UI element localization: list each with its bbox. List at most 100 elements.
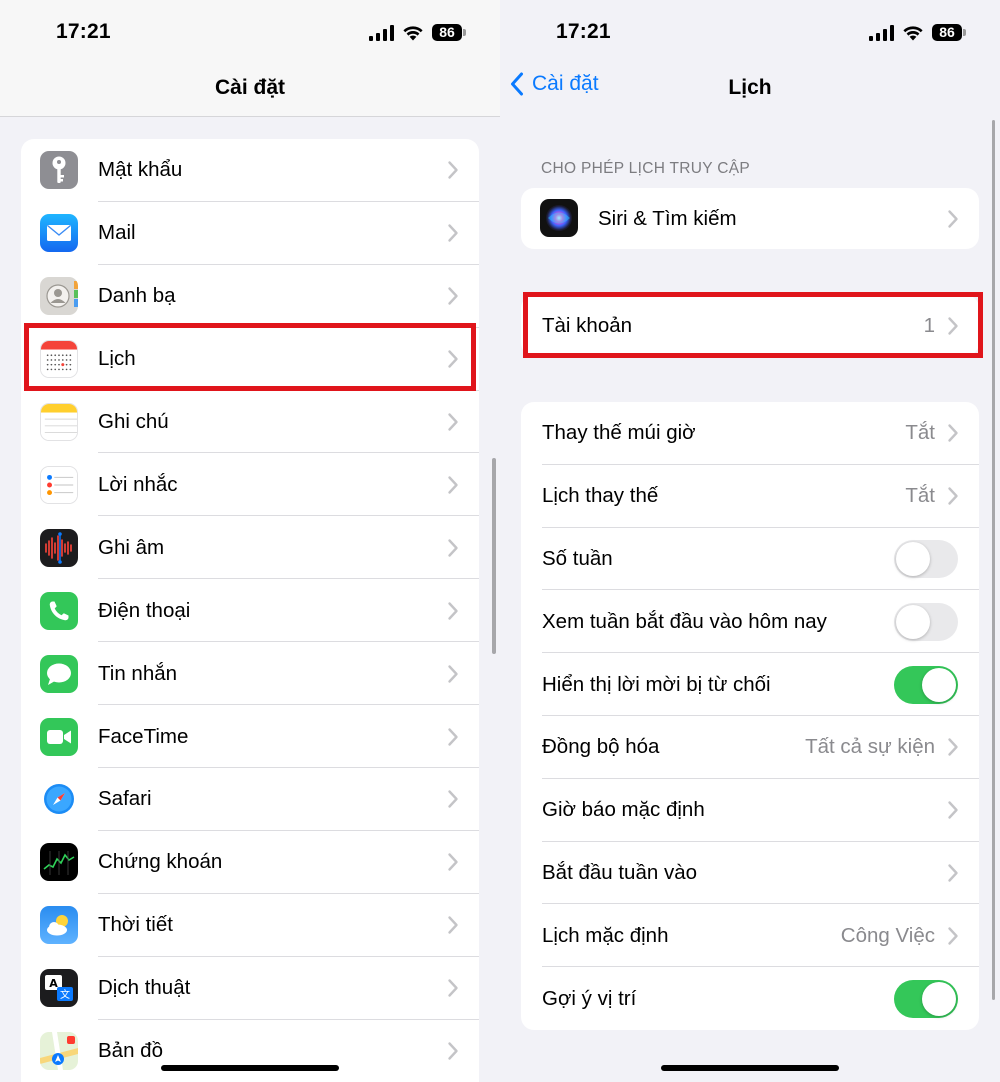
- settings-row[interactable]: Ghi chú: [21, 391, 479, 454]
- status-time: 17:21: [556, 20, 611, 43]
- status-bar: 17:21 86: [500, 0, 1000, 66]
- chevron-right-icon: [447, 852, 459, 872]
- settings-row[interactable]: Ghi âm: [21, 516, 479, 580]
- settings-row[interactable]: Mail: [21, 202, 479, 265]
- calendar-option-row[interactable]: Lịch mặc định Công Việc: [521, 904, 979, 968]
- settings-row[interactable]: Chứng khoán: [21, 831, 479, 894]
- chevron-right-icon: [947, 486, 959, 506]
- chevron-right-icon: [447, 412, 459, 432]
- section-header-access: CHO PHÉP LỊCH TRUY CẬP: [541, 160, 751, 177]
- chevron-right-icon: [447, 727, 459, 747]
- chevron-right-icon: [447, 223, 459, 243]
- mail-icon: [40, 214, 78, 253]
- calendar-option-row[interactable]: Gợi ý vị trí: [521, 967, 979, 1030]
- toggle-switch[interactable]: [894, 539, 958, 578]
- chevron-right-icon: [447, 286, 459, 306]
- settings-row[interactable]: Mật khẩu: [21, 139, 479, 202]
- option-value: Tắt: [905, 421, 935, 445]
- battery-level: 86: [932, 24, 962, 41]
- siri-group: Siri & Tìm kiếm: [521, 188, 979, 249]
- chevron-right-icon: [447, 1041, 459, 1061]
- calendar-option-row[interactable]: Số tuần: [521, 528, 979, 591]
- settings-row-label: Lịch: [98, 347, 136, 371]
- option-value: Tất cả sự kiện: [805, 735, 935, 759]
- chevron-right-icon: [947, 800, 959, 820]
- translate-icon: A文: [40, 969, 78, 1008]
- settings-row[interactable]: Thời tiết: [21, 894, 479, 957]
- scrollbar[interactable]: [992, 120, 995, 1000]
- chevron-right-icon: [447, 538, 459, 558]
- scrollbar[interactable]: [492, 458, 496, 654]
- toggle-switch[interactable]: [894, 665, 958, 704]
- chevron-right-icon: [447, 789, 459, 809]
- settings-row-label: Chứng khoán: [98, 850, 223, 874]
- accounts-row[interactable]: Tài khoản 1: [521, 295, 979, 356]
- settings-nav-bar: 17:21 86 Cài đặt: [0, 0, 500, 117]
- calendar-icon: [40, 340, 78, 379]
- svg-text:A: A: [49, 977, 58, 990]
- option-label: Thay thế múi giờ: [542, 421, 696, 445]
- chevron-right-icon: [947, 926, 959, 946]
- settings-row[interactable]: Lời nhắc: [21, 454, 479, 517]
- accounts-label: Tài khoản: [542, 313, 633, 337]
- wifi-icon: [903, 25, 923, 40]
- calendar-option-row[interactable]: Hiển thị lời mời bị từ chối: [521, 653, 979, 716]
- option-value: Công Việc: [840, 923, 935, 947]
- calendar-settings-panel: 17:21 86 Cài đặt Lịch CHO PHÉP LỊCH TRUY…: [500, 0, 1000, 1082]
- stocks-icon: [40, 843, 78, 882]
- status-bar: 17:21 86: [0, 0, 500, 66]
- cellular-signal-icon: [369, 24, 394, 41]
- voice-memos-icon: [40, 528, 78, 567]
- settings-row-label: Dịch thuật: [98, 976, 191, 1000]
- toggle-switch[interactable]: [894, 979, 958, 1018]
- option-label: Đồng bộ hóa: [542, 735, 660, 759]
- chevron-right-icon: [447, 915, 459, 935]
- settings-row[interactable]: A 文 Dịch thuật: [21, 957, 479, 1020]
- settings-row-label: Điện thoại: [98, 598, 191, 622]
- chevron-right-icon: [447, 978, 459, 998]
- calendar-option-row[interactable]: Giờ báo mặc định: [521, 779, 979, 842]
- option-label: Xem tuần bắt đầu vào hôm nay: [542, 609, 827, 633]
- safari-icon: [40, 780, 78, 819]
- wifi-icon: [403, 25, 423, 40]
- chevron-right-icon: [447, 601, 459, 621]
- settings-row-label: Safari: [98, 787, 152, 811]
- calendar-option-row[interactable]: Thay thế múi giờ Tắt: [521, 402, 979, 465]
- weather-icon: [40, 906, 78, 945]
- toggle-knob: [922, 981, 956, 1016]
- option-label: Bắt đầu tuần vào: [542, 860, 698, 884]
- toggle-knob: [896, 541, 930, 576]
- option-label: Số tuần: [542, 546, 613, 570]
- settings-row-label: Danh bạ: [98, 284, 176, 308]
- status-time: 17:21: [56, 20, 111, 43]
- settings-row[interactable]: Lịch: [21, 328, 479, 391]
- home-indicator[interactable]: [661, 1065, 839, 1071]
- settings-row[interactable]: Bản đồ: [21, 1020, 479, 1082]
- settings-row[interactable]: Điện thoại: [21, 579, 479, 643]
- calendar-option-row[interactable]: Lịch thay thế Tắt: [521, 465, 979, 528]
- settings-row[interactable]: Tin nhắn: [21, 642, 479, 706]
- option-label: Gợi ý vị trí: [542, 986, 637, 1010]
- phone-icon: [40, 591, 78, 630]
- calendar-option-row[interactable]: Bắt đầu tuần vào: [521, 842, 979, 905]
- settings-row-label: Tin nhắn: [98, 661, 178, 685]
- chevron-right-icon: [947, 423, 959, 443]
- siri-search-label: Siri & Tìm kiếm: [598, 206, 737, 230]
- settings-row[interactable]: FaceTime: [21, 705, 479, 768]
- maps-icon: [40, 1032, 78, 1071]
- cellular-signal-icon: [869, 24, 894, 41]
- toggle-switch[interactable]: [894, 602, 958, 641]
- settings-row[interactable]: Danh bạ: [21, 265, 479, 328]
- option-value: Tắt: [905, 484, 935, 508]
- calendar-option-row[interactable]: Xem tuần bắt đầu vào hôm nay: [521, 590, 979, 654]
- home-indicator[interactable]: [161, 1065, 339, 1071]
- settings-row-label: Bản đồ: [98, 1039, 163, 1063]
- settings-row-label: Ghi âm: [98, 535, 165, 559]
- settings-row[interactable]: Safari: [21, 768, 479, 831]
- settings-row-label: FaceTime: [98, 724, 189, 748]
- contacts-icon: [40, 277, 78, 316]
- calendar-option-row[interactable]: Đồng bộ hóa Tất cả sự kiện: [521, 716, 979, 779]
- page-title: Lịch: [728, 76, 772, 99]
- siri-search-row[interactable]: Siri & Tìm kiếm: [521, 188, 979, 249]
- chevron-right-icon: [947, 316, 959, 336]
